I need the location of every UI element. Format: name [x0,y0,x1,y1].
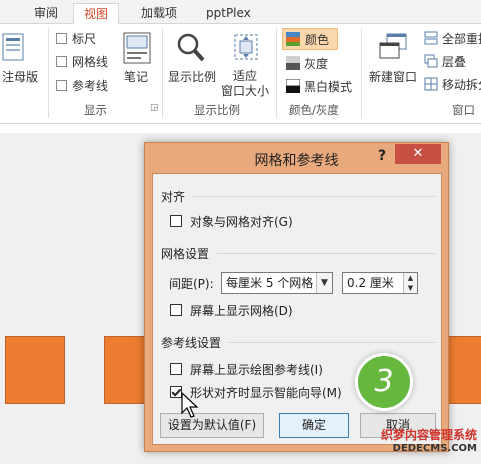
ribbon-separator [162,28,163,118]
tab-review[interactable]: 审阅 [32,3,60,24]
grid-settings-section-title: 网格设置 [161,247,210,261]
step-number-badge: 3 [355,353,413,411]
move-split-label: 移动拆分 [442,78,481,92]
slide-master-icon [2,33,24,61]
section-divider [193,196,435,197]
arrange-all-icon [424,31,438,45]
show-drawing-guides-checkbox[interactable] [170,363,182,375]
show-grid-checkbox[interactable] [170,304,182,316]
ruler-label: 标尺 [72,32,97,46]
guides-label: 参考线 [72,79,109,93]
ribbon: 注母版 标尺 网格线 参考线 笔记 显示 ◲ 显示比例 适应 窗口大小 显示比例… [0,24,481,124]
spacing-dropdown[interactable]: 每厘米 5 个网格 ▼ [221,272,333,294]
ok-button[interactable]: 确定 [279,413,349,438]
spacing-label: 间距(P): [169,277,214,291]
color-group-label: 颜色/灰度 [289,103,339,117]
new-window-label: 新建窗口 [369,70,418,84]
ribbon-separator [48,28,49,118]
fit-window-icon [234,34,258,60]
black-white-label: 黑白模式 [304,80,353,94]
chevron-down-icon[interactable]: ▼ [316,273,332,293]
spacing-spinner-value: 0.2 厘米 [347,276,394,290]
show-drawing-guides-label: 屏幕上显示绘图参考线(I) [190,363,323,377]
align-section-title: 对齐 [161,190,186,204]
dialog-title-bar[interactable]: 网格和参考线 ? ✕ [145,143,448,173]
mouse-cursor-icon [181,392,199,418]
ribbon-separator [276,28,277,118]
spacing-spinner[interactable]: 0.2 厘米 ▲ ▼ [342,272,418,294]
new-window-icon [379,33,407,59]
notes-icon [123,32,151,64]
spinner-buttons[interactable]: ▲ ▼ [403,273,417,293]
ribbon-separator [361,28,362,118]
help-button[interactable]: ? [374,148,390,164]
grayscale-icon [286,56,300,70]
zoom-group-label: 显示比例 [194,103,240,117]
magnifier-icon [177,33,205,62]
gridlines-checkbox[interactable] [56,56,67,67]
snap-to-grid-label: 对象与网格对齐(G) [190,215,293,229]
color-swatch-icon [286,32,300,46]
notes-label: 笔记 [124,70,149,84]
gridlines-label: 网格线 [72,55,109,69]
ribbon-tab-bar: 审阅 视图 加载项 pptPlex [0,0,481,25]
orange-rectangle-shape[interactable] [5,336,65,404]
section-divider [217,253,435,254]
black-white-icon [286,79,300,93]
watermark-line2: DEDECMS.COM [392,443,477,454]
guides-section-title: 参考线设置 [161,336,222,350]
arrange-all-label: 全部重排 [442,32,481,46]
cascade-label: 层叠 [442,55,467,69]
smart-guides-label: 形状对齐时显示智能向导(M) [190,386,342,400]
watermark-line1: 织梦内容管理系统 [380,428,477,442]
color-label: 颜色 [305,33,330,47]
guides-checkbox[interactable] [56,80,67,91]
close-button[interactable]: ✕ [395,144,441,164]
move-split-icon [424,77,438,91]
tab-pptplex[interactable]: pptPlex [204,3,253,24]
master-view-label: 注母版 [2,70,39,84]
fit-label-line2: 窗口大小 [221,84,270,98]
spin-up-icon[interactable]: ▲ [404,273,417,283]
dialog-launcher-icon[interactable]: ◲ [150,103,159,113]
spacing-dropdown-value: 每厘米 5 个网格 [226,276,314,290]
tab-addins[interactable]: 加载项 [139,3,179,24]
spin-down-icon[interactable]: ▼ [404,283,417,293]
show-grid-label: 屏幕上显示网格(D) [190,304,293,318]
cascade-icon [424,54,438,68]
window-group-label: 窗口 [452,103,475,117]
show-group-label: 显示 [84,103,107,117]
watermark: 织梦内容管理系统 DEDECMS.COM [369,426,477,454]
tab-view[interactable]: 视图 [73,3,120,25]
snap-to-grid-checkbox[interactable] [170,215,182,227]
ruler-checkbox[interactable] [56,33,67,44]
set-default-button[interactable]: 设置为默认值(F) [160,413,264,438]
section-divider [229,342,435,343]
grayscale-label: 灰度 [304,57,329,71]
color-button[interactable]: 颜色 [282,28,338,50]
zoom-label: 显示比例 [168,70,217,84]
